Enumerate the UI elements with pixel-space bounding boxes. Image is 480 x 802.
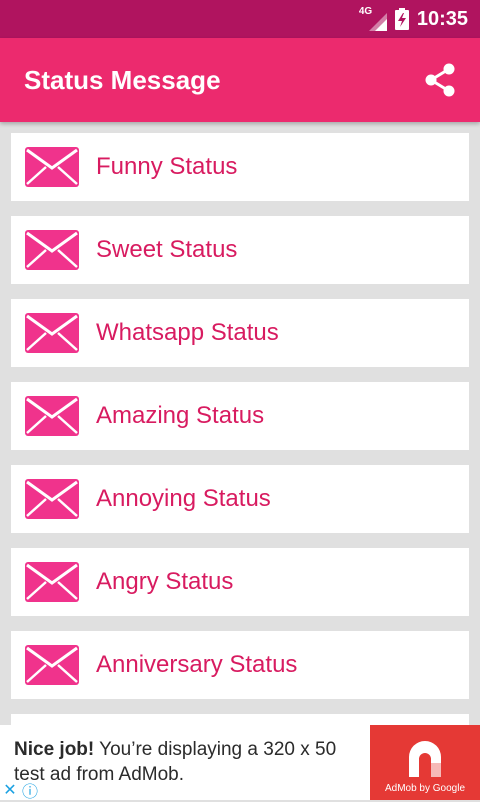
app-bar: Status Message (0, 38, 480, 122)
signal-icon (368, 13, 387, 31)
envelope-icon (25, 230, 79, 270)
list-item-funny-status[interactable]: Funny Status (11, 133, 469, 201)
envelope-icon (25, 147, 79, 187)
ad-headline: Nice job! (14, 739, 95, 760)
status-icons: 4G 10:35 (359, 0, 468, 38)
list-item-annoying-status[interactable]: Annoying Status (11, 465, 469, 533)
share-icon (425, 63, 455, 97)
admob-logo-icon (409, 741, 441, 777)
admob-logo: AdMob by Google (370, 725, 480, 800)
list-item-label: Anniversary Status (96, 651, 298, 678)
list-item-whatsapp-status[interactable]: Whatsapp Status (11, 299, 469, 367)
battery-charging-icon (394, 8, 409, 30)
list-item-angry-status[interactable]: Angry Status (11, 548, 469, 616)
list-item-label: Amazing Status (96, 402, 265, 429)
ad-text: Nice job! You’re displaying a 320 x 50 t… (14, 737, 364, 787)
list-item-anniversary-status[interactable]: Anniversary Status (11, 631, 469, 699)
list-item-label: Sweet Status (96, 236, 238, 263)
signal-indicator: 4G (359, 7, 387, 31)
envelope-icon (25, 562, 79, 602)
ad-banner[interactable]: Nice job! You’re displaying a 320 x 50 t… (0, 725, 480, 801)
share-button[interactable] (422, 62, 458, 98)
list-item-sweet-status[interactable]: Sweet Status (11, 216, 469, 284)
status-category-list: Funny Status Sweet Status Whatsapp Statu… (0, 122, 480, 726)
info-icon[interactable]: ⓘ (20, 780, 40, 801)
clock: 10:35 (416, 7, 468, 30)
status-bar: 4G 10:35 (0, 0, 480, 38)
ad-choices[interactable]: ✕ ⓘ (0, 780, 40, 801)
envelope-icon (25, 313, 79, 353)
list-item-label: Annoying Status (96, 485, 271, 512)
list-item-amazing-status[interactable]: Amazing Status (11, 382, 469, 450)
list-item-label: Funny Status (96, 153, 238, 180)
admob-caption: AdMob by Google (384, 783, 466, 794)
list-item-label: Whatsapp Status (96, 319, 279, 346)
page-title: Status Message (24, 65, 221, 95)
envelope-icon (25, 396, 79, 436)
close-icon[interactable]: ✕ (0, 780, 20, 800)
envelope-icon (25, 645, 79, 685)
list-item-label: Angry Status (96, 568, 234, 595)
envelope-icon (25, 479, 79, 519)
